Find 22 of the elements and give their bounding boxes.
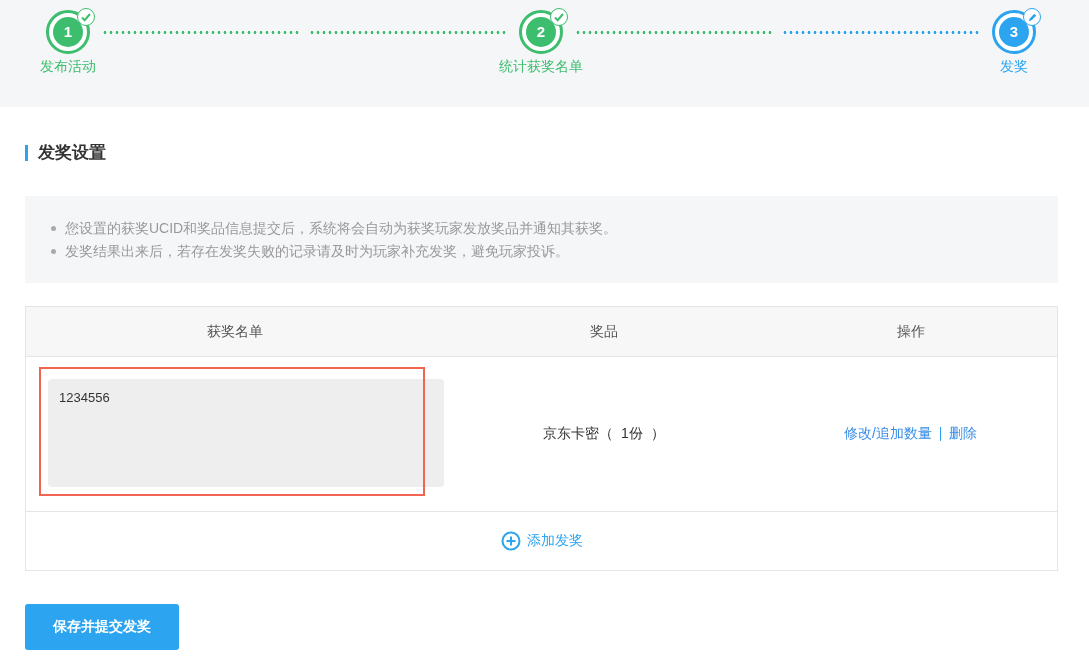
prize-cell-text: 京东卡密（ 1份 ） xyxy=(542,424,666,443)
edit-link[interactable]: 修改/追加数量 xyxy=(844,423,932,444)
winners-input[interactable]: 1234556 xyxy=(48,378,444,487)
submit-button[interactable]: 保存并提交发奖 xyxy=(25,603,179,650)
bullet-icon xyxy=(51,225,56,231)
column-header: 操作 xyxy=(895,321,926,341)
notice-text: 您设置的获奖UCID和奖品信息提交后，系统将会自动为获奖玩家发放奖品并通知其获奖。 xyxy=(65,218,618,238)
delete-link[interactable]: 删除 xyxy=(948,423,977,444)
step-label: 发布活动 xyxy=(40,57,96,76)
step-label: 统计获奖名单 xyxy=(499,57,583,76)
bullet-icon xyxy=(51,248,56,254)
notice-text: 发奖结果出来后，若存在发奖失败的记录请及时为玩家补充发奖，避免玩家投诉。 xyxy=(65,241,569,261)
pencil-icon xyxy=(1023,8,1041,26)
title-accent-bar xyxy=(25,144,28,161)
column-header: 获奖名单 xyxy=(206,321,264,341)
plus-circle-icon xyxy=(500,530,521,551)
column-header: 奖品 xyxy=(589,321,619,341)
section-title: 发奖设置 xyxy=(38,142,106,164)
add-prize-button[interactable]: 添加发奖 xyxy=(500,530,583,551)
step-label: 发奖 xyxy=(1000,57,1028,76)
check-icon xyxy=(77,8,95,26)
check-icon xyxy=(550,8,568,26)
